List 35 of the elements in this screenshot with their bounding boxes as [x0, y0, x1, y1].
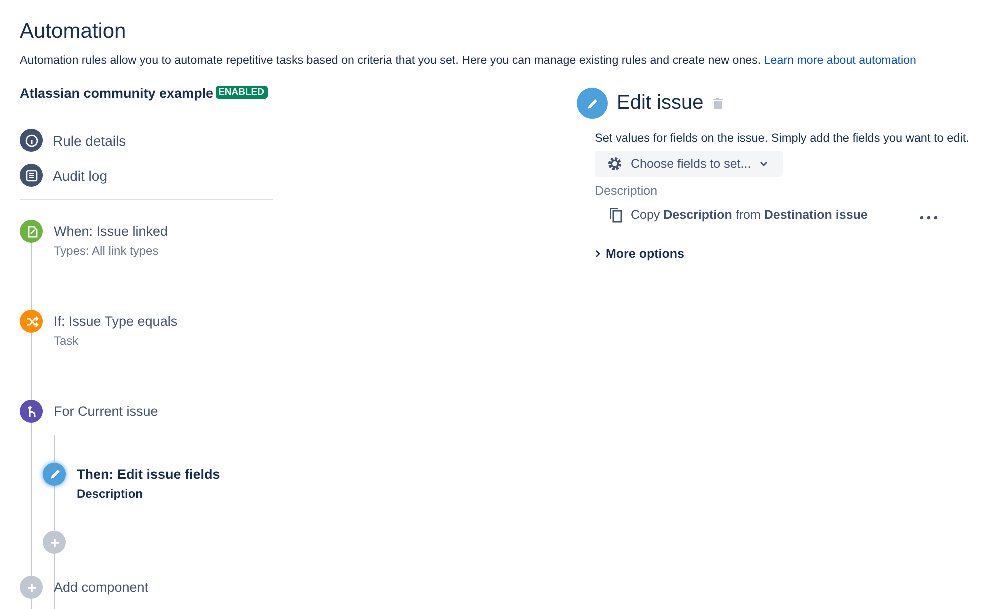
more-icon: [920, 216, 938, 220]
rule-name: Atlassian community example: [20, 86, 214, 101]
nav-item[interactable]: Rule details: [20, 129, 273, 152]
field-value: Copy Description from Destination issue: [631, 208, 868, 222]
delete-icon[interactable]: [712, 98, 723, 110]
step-title: When: Issue linked: [54, 224, 168, 239]
help-text: Set values for fields on the issue. Simply add the fields you want to edit.: [595, 131, 970, 145]
gear-icon: [607, 156, 623, 172]
intro-text: Automation rules allow you to automate repetitive tasks based on criteria that you set. Here you can manage existing rules and create new ones. Learn more about automation: [20, 54, 918, 67]
caret-icon: [759, 159, 770, 169]
editor-title: Edit issue: [617, 92, 704, 115]
info-icon: [20, 129, 43, 152]
step-title: For Current issue: [54, 404, 158, 419]
step-subtitle: Task: [54, 334, 80, 348]
status-lozenge: ENABLED: [216, 86, 268, 99]
nav-item[interactable]: Audit log: [20, 164, 273, 187]
chevron-icon: [595, 250, 601, 258]
step-subtitle: Types: All link types: [54, 244, 160, 258]
more-options-toggle[interactable]: More options: [595, 247, 684, 261]
step-title: If: Issue Type equals: [54, 314, 178, 329]
rule-step[interactable]: If: Issue Type equals Task: [20, 310, 273, 348]
rule-step[interactable]: When: Issue linked Types: All link types: [20, 220, 273, 258]
field-label: Description: [595, 184, 659, 198]
page-title: Automation: [20, 20, 128, 44]
learn-more-link[interactable]: Learn more about automation: [764, 54, 916, 67]
rule-step[interactable]: Add component: [20, 576, 273, 599]
step-title: Then: Edit issue fields: [77, 467, 220, 482]
pencil-icon: [577, 88, 608, 119]
rule-step[interactable]: Then: Edit issue fields Description: [43, 463, 273, 501]
copy-icon: [609, 207, 623, 223]
list-icon: [20, 164, 43, 187]
choose-fields-button[interactable]: Choose fields to set...: [595, 151, 784, 177]
step-subtitle: Description: [77, 487, 144, 501]
step-title: Add component: [54, 580, 149, 595]
rule-step[interactable]: For Current issue: [20, 400, 273, 423]
